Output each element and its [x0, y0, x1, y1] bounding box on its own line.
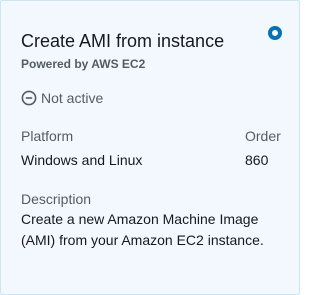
order-label: Order	[245, 128, 281, 144]
order-value: 860	[245, 152, 269, 168]
status-indicator: Not active	[21, 89, 103, 107]
card-subtitle: Powered by AWS EC2	[21, 57, 146, 71]
minus-circle-icon	[21, 90, 37, 106]
description-text: Create a new Amazon Machine Image (AMI) …	[21, 211, 264, 248]
platform-label: Platform	[21, 128, 74, 144]
description-label: Description	[21, 191, 92, 207]
status-text: Not active	[41, 90, 104, 106]
card-title: Create AMI from instance	[21, 31, 225, 51]
select-radio-button[interactable]	[268, 26, 282, 40]
automation-card[interactable]: Create AMI from instance Powered by AWS …	[0, 0, 300, 295]
platform-value: Windows and Linux	[21, 152, 143, 168]
